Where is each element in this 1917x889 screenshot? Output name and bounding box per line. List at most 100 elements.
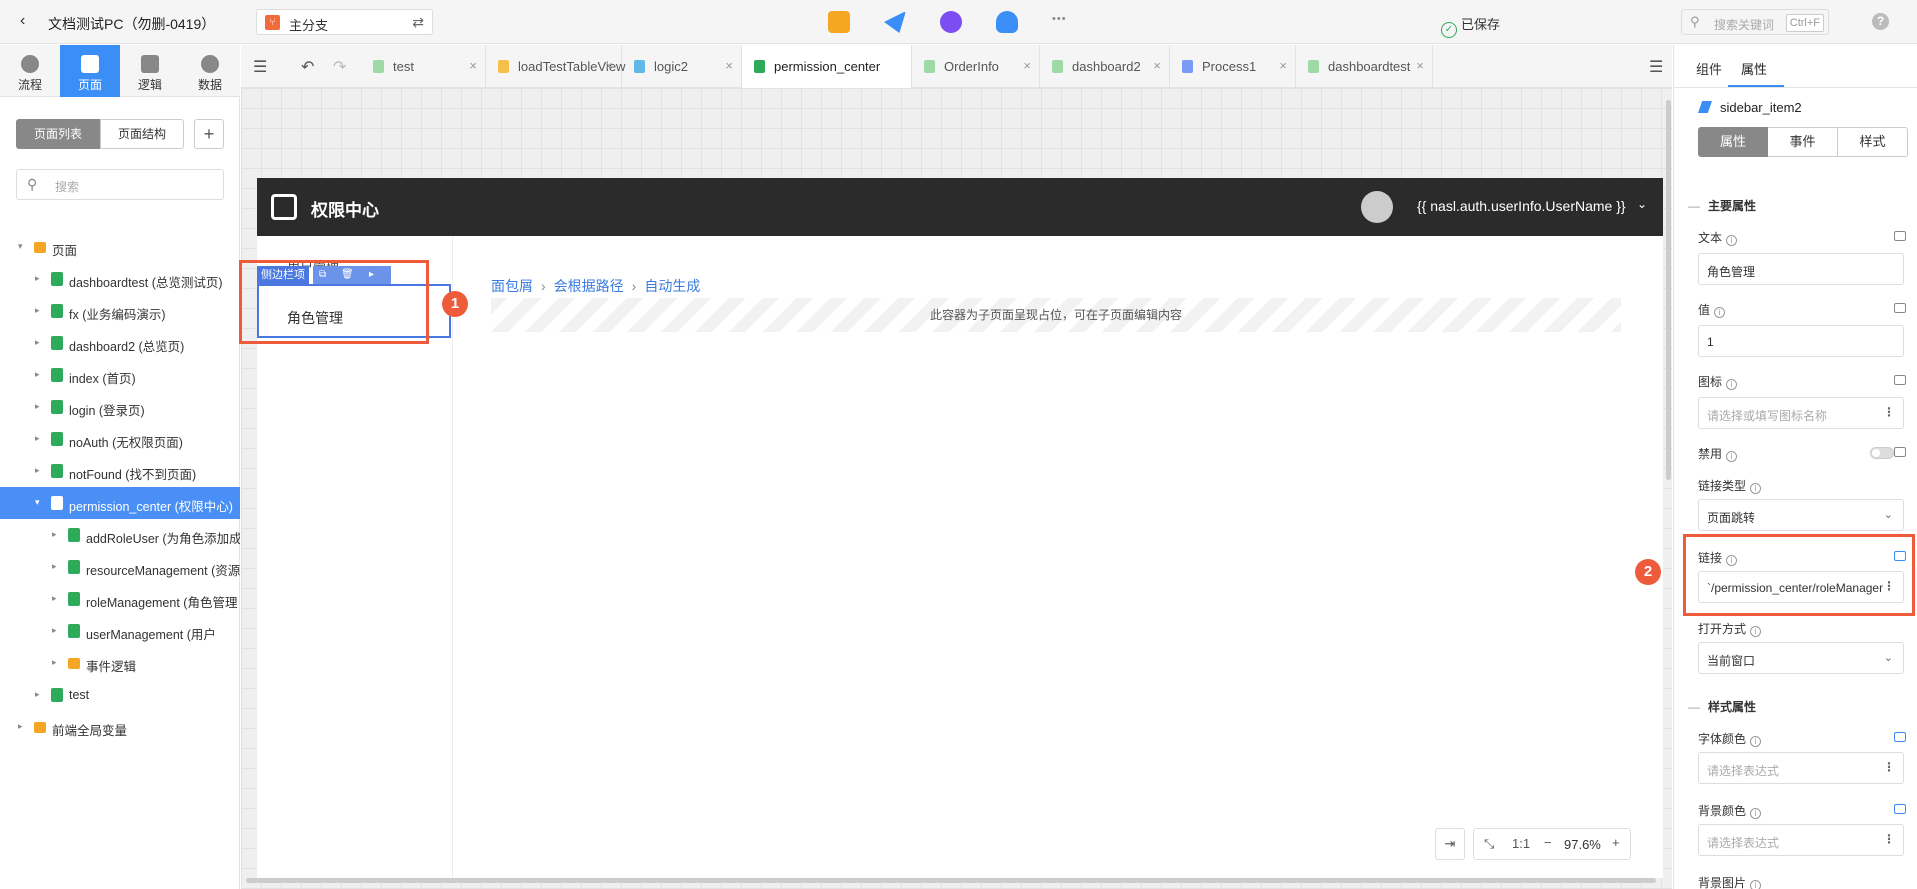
seg-page-structure[interactable]: 页面结构 xyxy=(100,119,184,149)
breadcrumb-item[interactable]: 面包屑 xyxy=(491,278,533,294)
expand-panel-icon[interactable]: ☰ xyxy=(1649,57,1663,77)
more-icon[interactable]: ⋮ xyxy=(1883,405,1895,419)
caret-down-icon[interactable]: ▾ xyxy=(35,497,40,508)
bg-color-input[interactable]: 请选择表达式 ⋮ xyxy=(1698,824,1904,856)
file-tab[interactable]: OrderInfo × xyxy=(912,45,1040,88)
caret-right-icon[interactable]: ▸ xyxy=(52,625,57,636)
tree-page[interactable]: ▸ noAuth (无权限页面) xyxy=(0,423,240,455)
tree-page[interactable]: ▸ resourceManagement (资源 xyxy=(0,551,240,583)
tree-folder[interactable]: ▸ 前端全局变量 xyxy=(0,711,240,743)
cloud-icon[interactable] xyxy=(996,11,1018,33)
more-icon[interactable]: ••• xyxy=(1052,13,1067,25)
file-tab[interactable]: dashboardtest × xyxy=(1296,45,1433,88)
nav-tab-flow[interactable]: 流程 xyxy=(0,45,60,97)
caret-right-icon[interactable]: ▸ xyxy=(35,433,40,444)
caret-right-icon[interactable]: ▸ xyxy=(35,305,40,316)
open-mode-select[interactable]: 当前窗口 ⌄ xyxy=(1698,642,1904,674)
caret-right-icon[interactable]: ▸ xyxy=(35,465,40,476)
value-input[interactable]: 1 xyxy=(1698,325,1904,357)
global-search-input[interactable]: ⚲ 搜索关键词 Ctrl+F xyxy=(1681,9,1829,35)
tree-page[interactable]: ▸ notFound (找不到页面) xyxy=(0,455,240,487)
close-icon[interactable]: × xyxy=(469,58,477,73)
preview-icon[interactable] xyxy=(828,11,850,33)
tree-folder[interactable]: ▾ 页面 xyxy=(0,231,240,263)
tree-page[interactable]: ▸ test xyxy=(0,679,240,711)
more-icon[interactable]: ⋮ xyxy=(1883,760,1895,774)
nav-tab-page[interactable]: 页面 xyxy=(60,45,120,97)
file-tab[interactable]: loadTestTableView × xyxy=(486,45,625,88)
caret-right-icon[interactable]: ▸ xyxy=(52,657,57,668)
close-icon[interactable]: × xyxy=(725,58,733,73)
seg-events[interactable]: 事件 xyxy=(1768,127,1838,157)
branch-selector[interactable]: ⑂ 主分支 ⇄ xyxy=(256,9,433,35)
caret-right-icon[interactable]: ▸ xyxy=(52,561,57,572)
seg-page-list[interactable]: 页面列表 xyxy=(16,119,100,149)
tree-page[interactable]: ▸ fx (业务编码演示) xyxy=(0,295,240,327)
tree-page[interactable]: ▸ index (首页) xyxy=(0,359,240,391)
help-icon[interactable]: ? xyxy=(1872,13,1889,30)
collapse-panel-icon[interactable]: ☰ xyxy=(253,57,267,77)
zoom-out-button[interactable]: − xyxy=(1544,835,1552,850)
close-icon[interactable]: × xyxy=(1416,58,1424,73)
back-icon[interactable]: ‹ xyxy=(20,12,25,30)
link-type-select[interactable]: 页面跳转 ⌄ xyxy=(1698,499,1904,531)
fit-button[interactable]: ⇥ xyxy=(1435,828,1465,860)
tree-page[interactable]: ▸ dashboard2 (总览页) xyxy=(0,327,240,359)
expression-icon[interactable] xyxy=(1894,303,1906,313)
tree-page[interactable]: ▸ login (登录页) xyxy=(0,391,240,423)
expression-icon[interactable] xyxy=(1894,447,1906,457)
expression-icon[interactable] xyxy=(1894,375,1906,385)
seg-styles[interactable]: 样式 xyxy=(1838,127,1908,157)
breadcrumb-item[interactable]: 会根据路径 xyxy=(554,278,624,294)
caret-right-icon[interactable]: ▸ xyxy=(52,593,57,604)
text-input[interactable]: 角色管理 xyxy=(1698,253,1904,285)
debug-icon[interactable] xyxy=(940,11,962,33)
file-tab[interactable]: permission_center xyxy=(742,45,912,89)
publish-icon[interactable] xyxy=(884,11,906,33)
add-page-button[interactable]: + xyxy=(194,119,224,149)
caret-down-icon[interactable]: ▾ xyxy=(18,241,23,252)
swap-icon[interactable]: ⇄ xyxy=(412,14,424,31)
design-canvas[interactable]: 权限中心 {{ nasl.auth.userInfo.UserName }} ⌄… xyxy=(239,88,1672,889)
undo-icon[interactable]: ↶ xyxy=(301,57,314,77)
expression-icon[interactable] xyxy=(1894,804,1906,814)
nav-tab-logic[interactable]: 逻辑 xyxy=(120,45,180,97)
redo-icon[interactable]: ↷ xyxy=(333,57,346,77)
caret-right-icon[interactable]: ▸ xyxy=(52,529,57,540)
tree-page[interactable]: ▸ addRoleUser (为角色添加成 xyxy=(0,519,240,551)
font-color-input[interactable]: 请选择表达式 ⋮ xyxy=(1698,752,1904,784)
close-icon[interactable]: × xyxy=(1153,58,1161,73)
chevron-down-icon[interactable]: ⌄ xyxy=(1637,197,1647,211)
section-style-properties[interactable]: — 样式属性 xyxy=(1688,698,1756,715)
shrink-icon[interactable]: ⤡ xyxy=(1484,836,1494,852)
caret-right-icon[interactable]: ▸ xyxy=(18,721,23,732)
tab-components[interactable]: 组件 xyxy=(1696,59,1722,78)
caret-right-icon[interactable]: ▸ xyxy=(35,401,40,412)
caret-right-icon[interactable]: ▸ xyxy=(35,273,40,284)
tab-properties[interactable]: 属性 xyxy=(1741,59,1767,78)
nav-tab-data[interactable]: 数据 xyxy=(180,45,240,97)
horizontal-scrollbar[interactable] xyxy=(246,878,1656,883)
icon-input[interactable]: 请选择或填写图标名称 ⋮ xyxy=(1698,397,1904,429)
expression-icon[interactable] xyxy=(1894,231,1906,241)
ratio-button[interactable]: 1:1 xyxy=(1512,836,1530,851)
more-icon[interactable]: ⋮ xyxy=(1883,832,1895,846)
caret-right-icon[interactable]: ▸ xyxy=(35,337,40,348)
close-icon[interactable]: × xyxy=(1023,58,1031,73)
breadcrumb-item[interactable]: 自动生成 xyxy=(644,278,700,294)
close-icon[interactable]: × xyxy=(605,58,613,73)
tree-page[interactable]: ▸ roleManagement (角色管理 xyxy=(0,583,240,615)
file-tab[interactable]: Process1 × xyxy=(1170,45,1296,88)
zoom-in-button[interactable]: + xyxy=(1612,835,1620,850)
tree-page[interactable]: ▸ dashboardtest (总览测试页) xyxy=(0,263,240,295)
section-main-properties[interactable]: — 主要属性 xyxy=(1688,197,1756,214)
close-icon[interactable]: × xyxy=(1279,58,1287,73)
expression-icon[interactable] xyxy=(1894,732,1906,742)
caret-right-icon[interactable]: ▸ xyxy=(35,689,40,700)
file-tab[interactable]: dashboard2 × xyxy=(1040,45,1170,88)
page-search-input[interactable]: ⚲ 搜索 xyxy=(16,169,224,200)
disabled-toggle[interactable] xyxy=(1870,447,1894,459)
avatar[interactable] xyxy=(1361,191,1393,223)
tree-page[interactable]: ▾ permission_center (权限中心) xyxy=(0,487,240,519)
tree-page[interactable]: ▸ userManagement (用户 xyxy=(0,615,240,647)
